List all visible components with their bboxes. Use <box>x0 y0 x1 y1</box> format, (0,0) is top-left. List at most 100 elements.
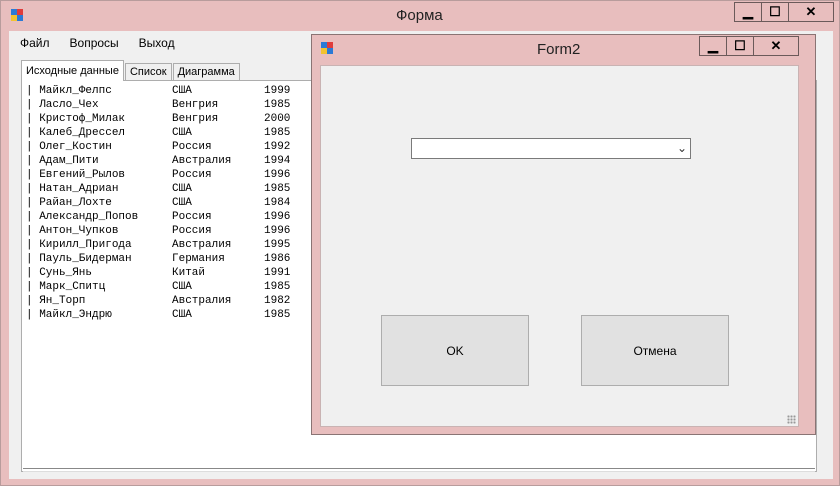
table-row: | Кирилл_Пригода Австралия 1995 <box>26 238 316 252</box>
app-icon <box>11 9 27 25</box>
tab-diagram[interactable]: Диаграмма <box>172 63 240 81</box>
cell-country: США <box>172 309 192 321</box>
table-row: | Адам_Пити Австралия 1994 <box>26 154 316 168</box>
cell-year: 1985 <box>264 281 291 293</box>
dialog-minimize-button[interactable]: ▁ <box>699 36 727 56</box>
cell-name: | Райан_Лохте <box>26 197 112 209</box>
app-icon <box>321 42 337 58</box>
cell-name: | Майкл_Эндрю <box>26 309 112 321</box>
cell-name: | Кристоф_Милак <box>26 113 126 125</box>
cell-country: Россия <box>172 225 212 237</box>
table-row: | Ян_Торп Австралия 1982 <box>26 294 316 308</box>
cell-country: США <box>172 183 192 195</box>
cell-country: Германия <box>172 253 225 265</box>
minimize-button[interactable]: ▁ <box>734 2 762 22</box>
maximize-icon: ☐ <box>734 38 746 53</box>
minimize-icon: ▁ <box>708 38 718 53</box>
cell-name: | Адам_Пити <box>26 155 99 167</box>
cell-country: Россия <box>172 141 212 153</box>
cell-year: 2000 <box>264 113 291 125</box>
size-grip-icon[interactable] <box>787 415 796 424</box>
cell-name: | Пауль_Бидерман <box>26 253 132 265</box>
bottom-divider <box>23 468 815 472</box>
cell-country: США <box>172 281 192 293</box>
table-row: | Кристоф_Милак Венгрия 2000 <box>26 112 316 126</box>
table-row: | Райан_Лохте США 1984 <box>26 196 316 210</box>
cell-year: 1991 <box>264 267 291 279</box>
table-row: | Натан_Адриан США 1985 <box>26 182 316 196</box>
cell-year: 1999 <box>264 85 291 97</box>
table-row: | Майкл_Эндрю США 1985 <box>26 308 316 322</box>
cell-name: | Антон_Чупков <box>26 225 119 237</box>
menu-file[interactable]: Файл <box>11 32 59 54</box>
cell-year: 1985 <box>264 309 291 321</box>
cell-name: | Сунь_Янь <box>26 267 93 279</box>
cell-country: США <box>172 127 192 139</box>
tab-strip: Исходные данные Список Диаграмма <box>21 60 241 81</box>
cell-country: Россия <box>172 169 212 181</box>
cell-year: 1996 <box>264 211 291 223</box>
close-icon: ✕ <box>805 4 817 19</box>
cell-year: 1992 <box>264 141 291 153</box>
cell-name: | Марк_Спитц <box>26 281 106 293</box>
dialog-client-area: ⌄ OK Отмена <box>320 65 799 427</box>
cell-country: Австралия <box>172 239 232 251</box>
cell-name: | Натан_Адриан <box>26 183 119 195</box>
table-row: | Антон_Чупков Россия 1996 <box>26 224 316 238</box>
table-row: | Олег_Костин Россия 1992 <box>26 140 316 154</box>
cell-name: | Олег_Костин <box>26 141 112 153</box>
cell-name: | Калеб_Дрессел <box>26 127 126 139</box>
cancel-button[interactable]: Отмена <box>581 315 729 386</box>
cell-year: 1994 <box>264 155 291 167</box>
table-row: | Сунь_Янь Китай 1991 <box>26 266 316 280</box>
cell-country: Венгрия <box>172 99 219 111</box>
maximize-button[interactable]: ☐ <box>761 2 789 22</box>
menu-exit[interactable]: Выход <box>130 32 184 54</box>
close-button[interactable]: ✕ <box>788 2 834 22</box>
dropdown-arrow-icon[interactable]: ⌄ <box>677 140 687 157</box>
cell-name: | Александр_Попов <box>26 211 139 223</box>
cell-year: 1996 <box>264 225 291 237</box>
minimize-icon: ▁ <box>743 4 753 19</box>
table-row: | Калеб_Дрессел США 1985 <box>26 126 316 140</box>
cell-year: 1986 <box>264 253 291 265</box>
table-row: | Евгений_Рылов Россия 1996 <box>26 168 316 182</box>
cell-country: Россия <box>172 211 212 223</box>
cell-year: 1985 <box>264 99 291 111</box>
cell-country: Китай <box>172 267 206 279</box>
selection-combobox[interactable]: ⌄ <box>411 138 691 159</box>
cell-year: 1982 <box>264 295 291 307</box>
maximize-icon: ☐ <box>769 4 781 19</box>
cell-country: Австралия <box>172 295 232 307</box>
table-row: | Александр_Попов Россия 1996 <box>26 210 316 224</box>
cell-year: 1985 <box>264 183 291 195</box>
cell-name: | Майкл_Фелпс <box>26 85 112 97</box>
cell-year: 1985 <box>264 127 291 139</box>
data-table: | Майкл_Фелпс США 1999 | Ласло_Чех Венгрия 1… <box>26 84 316 322</box>
menu-questions[interactable]: Вопросы <box>61 32 128 54</box>
dialog-title: Form2 <box>537 41 581 58</box>
cell-country: США <box>172 197 192 209</box>
table-row: | Ласло_Чех Венгрия 1985 <box>26 98 316 112</box>
table-row: | Пауль_Бидерман Германия 1986 <box>26 252 316 266</box>
close-icon: ✕ <box>770 38 782 53</box>
table-row: | Майкл_Фелпс США 1999 <box>26 84 316 98</box>
cell-year: 1995 <box>264 239 291 251</box>
cell-country: Австралия <box>172 155 232 167</box>
dialog-maximize-button[interactable]: ☐ <box>726 36 754 56</box>
cell-country: Венгрия <box>172 113 219 125</box>
tab-list[interactable]: Список <box>124 63 172 81</box>
cell-year: 1996 <box>264 169 291 181</box>
window-title: Форма <box>396 7 443 24</box>
table-row: | Марк_Спитц США 1985 <box>26 280 316 294</box>
cell-country: США <box>172 85 192 97</box>
cell-name: | Ласло_Чех <box>26 99 99 111</box>
dialog-close-button[interactable]: ✕ <box>753 36 799 56</box>
cell-year: 1984 <box>264 197 291 209</box>
form2-dialog: Form2 ▁ ☐ ✕ ⌄ OK Отмена <box>311 34 816 435</box>
cell-name: | Кирилл_Пригода <box>26 239 132 251</box>
ok-button[interactable]: OK <box>381 315 529 386</box>
cell-name: | Ян_Торп <box>26 295 86 307</box>
tab-source-data[interactable]: Исходные данные <box>21 60 124 81</box>
cell-name: | Евгений_Рылов <box>26 169 126 181</box>
